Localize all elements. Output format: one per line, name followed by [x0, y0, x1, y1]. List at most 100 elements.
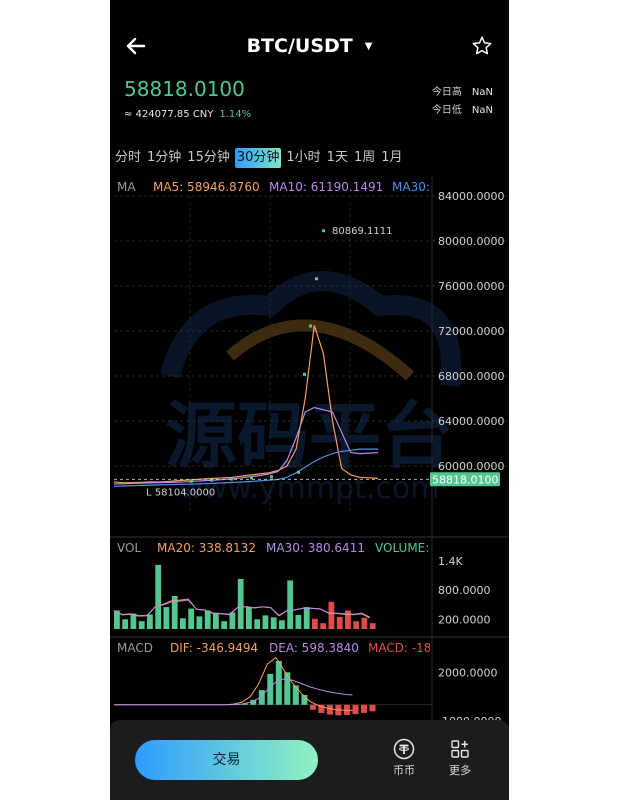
main-legend-ma: MA [117, 180, 136, 194]
vol-legend-volume: VOLUME: [375, 541, 430, 555]
tab-interval[interactable]: 1周 [353, 148, 376, 168]
candle [270, 475, 273, 479]
tab-interval[interactable]: 30分钟 [234, 148, 282, 168]
macd-bar [284, 672, 291, 705]
volume-bar [295, 614, 302, 629]
vol-axis-tick: 800.0000 [438, 584, 491, 597]
volume-bar [262, 615, 269, 629]
app-screen: BTC/USDT ▼ 58818.0100 ≈ 424077.85 CNY 1.14… [110, 0, 509, 800]
tether-icon [393, 738, 415, 760]
header: BTC/USDT ▼ 58818.0100 ≈ 424077.85 CNY 1.14… [110, 0, 509, 120]
volume-bar [147, 614, 153, 629]
volume-bar [138, 621, 145, 629]
vol-axis-tick: 1.4K [438, 555, 463, 568]
low-marker: L 58104.0000 [146, 487, 215, 498]
vol-legend-ma30: MA30: 380.6411 [266, 541, 365, 555]
volume-bar [180, 618, 186, 629]
cny-value: ≈ 424077.85 CNY [124, 109, 214, 120]
coin-button[interactable]: 币币 [384, 738, 424, 778]
volume-bar [369, 623, 376, 629]
main-axis-tick: 76000.0000 [438, 280, 504, 293]
candle [315, 277, 318, 281]
watermark-url: www.ymmpt.com [178, 471, 439, 506]
more-label: 更多 [449, 764, 471, 777]
trade-button[interactable]: 交易 [135, 740, 318, 780]
today-low-label: 今日低 [431, 105, 462, 116]
vol-legend-vol: VOL [117, 541, 142, 555]
tab-interval[interactable]: 1分钟 [146, 148, 182, 168]
volume-bar [287, 580, 294, 629]
volume-bar [303, 607, 310, 629]
cny-price: ≈ 424077.85 CNY 1.14% [124, 109, 251, 120]
kline-chart-svg: 源码平台www.ymmpt.com84000.000080000.0000760… [110, 176, 509, 728]
volume-bar [345, 610, 351, 629]
high-marker: 80869.1111 [332, 226, 392, 237]
last-price-tag: 58818.0100 [432, 473, 498, 486]
main-legend-ma10: MA10: 61190.1491 [269, 180, 384, 194]
volume-bar [196, 616, 203, 629]
tab-interval[interactable]: 1月 [380, 148, 403, 168]
macd-bar [326, 704, 333, 715]
tab-interval[interactable]: 分时 [114, 148, 142, 168]
candle [303, 372, 306, 376]
apps-plus-icon [451, 740, 469, 758]
volume-bar [122, 619, 129, 629]
volume-bar [163, 607, 170, 629]
main-axis-tick: 80000.0000 [438, 235, 504, 248]
macd-bar [352, 704, 359, 715]
chevron-down-icon: ▼ [364, 41, 373, 52]
candle [297, 470, 300, 474]
bottom-bar: 交易 币币 更多 [110, 720, 509, 800]
main-axis-tick: 64000.0000 [438, 415, 504, 428]
macd-line-dea [114, 678, 353, 706]
macd-line-dif [114, 656, 353, 711]
star-icon[interactable] [471, 35, 493, 57]
last-price: 58818.0100 [124, 77, 245, 101]
volume-bar [279, 620, 285, 629]
macd-axis-tick: 2000.0000 [438, 666, 498, 679]
macd-bar [275, 660, 282, 705]
tab-interval[interactable]: 15分钟 [186, 148, 231, 168]
main-legend-ma30: MA30: [392, 180, 430, 194]
volume-bar [312, 618, 318, 629]
macd-bar [361, 704, 367, 713]
candle [322, 229, 325, 233]
main-axis-tick: 72000.0000 [438, 325, 504, 338]
today-low: 今日低 NaN [432, 101, 493, 116]
macd-bar [369, 704, 376, 712]
volume-bar [320, 623, 327, 629]
macd-legend-value: MACD: -18 [368, 641, 430, 655]
change-percent: 1.14% [219, 109, 252, 120]
volume-bar [155, 564, 162, 629]
volume-bar [254, 619, 261, 629]
today-high: 今日高 NaN [432, 83, 493, 98]
volume-bar [361, 617, 368, 629]
today-high-value: NaN [471, 87, 493, 98]
macd-bar [309, 704, 316, 710]
macd-legend-dif: DIF: -346.9494 [170, 641, 259, 655]
macd-legend-macd: MACD [117, 641, 153, 655]
interval-tabs: 分时 1分钟 15分钟 30分钟 1小时 1天 1周 1月 [114, 148, 408, 168]
more-button[interactable]: 更多 [440, 738, 480, 778]
volume-bar [213, 613, 219, 629]
pair-title[interactable]: BTC/USDT ▼ [110, 35, 509, 57]
main-axis-tick: 68000.0000 [438, 370, 504, 383]
volume-bar [221, 621, 228, 629]
volume-bar [328, 601, 335, 629]
candle [190, 479, 193, 483]
candle [309, 324, 312, 328]
macd-legend-dea: DEA: 598.3840 [269, 641, 359, 655]
kline-chart[interactable]: 源码平台 www.ymmpt.com 84000.0000 80000.0000 760… [110, 176, 509, 728]
volume-bar [270, 617, 277, 629]
volume-bar [204, 610, 211, 629]
pair-title-text: BTC/USDT [246, 35, 353, 57]
main-axis-tick: 60000.0000 [438, 460, 504, 473]
volume-bar [353, 621, 360, 629]
today-low-value: NaN [471, 105, 493, 116]
tab-interval[interactable]: 1小时 [285, 148, 321, 168]
watermark-arc [226, 319, 415, 381]
macd-bar [292, 685, 299, 705]
tab-interval[interactable]: 1天 [326, 148, 349, 168]
volume-bar [246, 607, 252, 629]
vol-legend-ma20: MA20: 338.8132 [157, 541, 256, 555]
